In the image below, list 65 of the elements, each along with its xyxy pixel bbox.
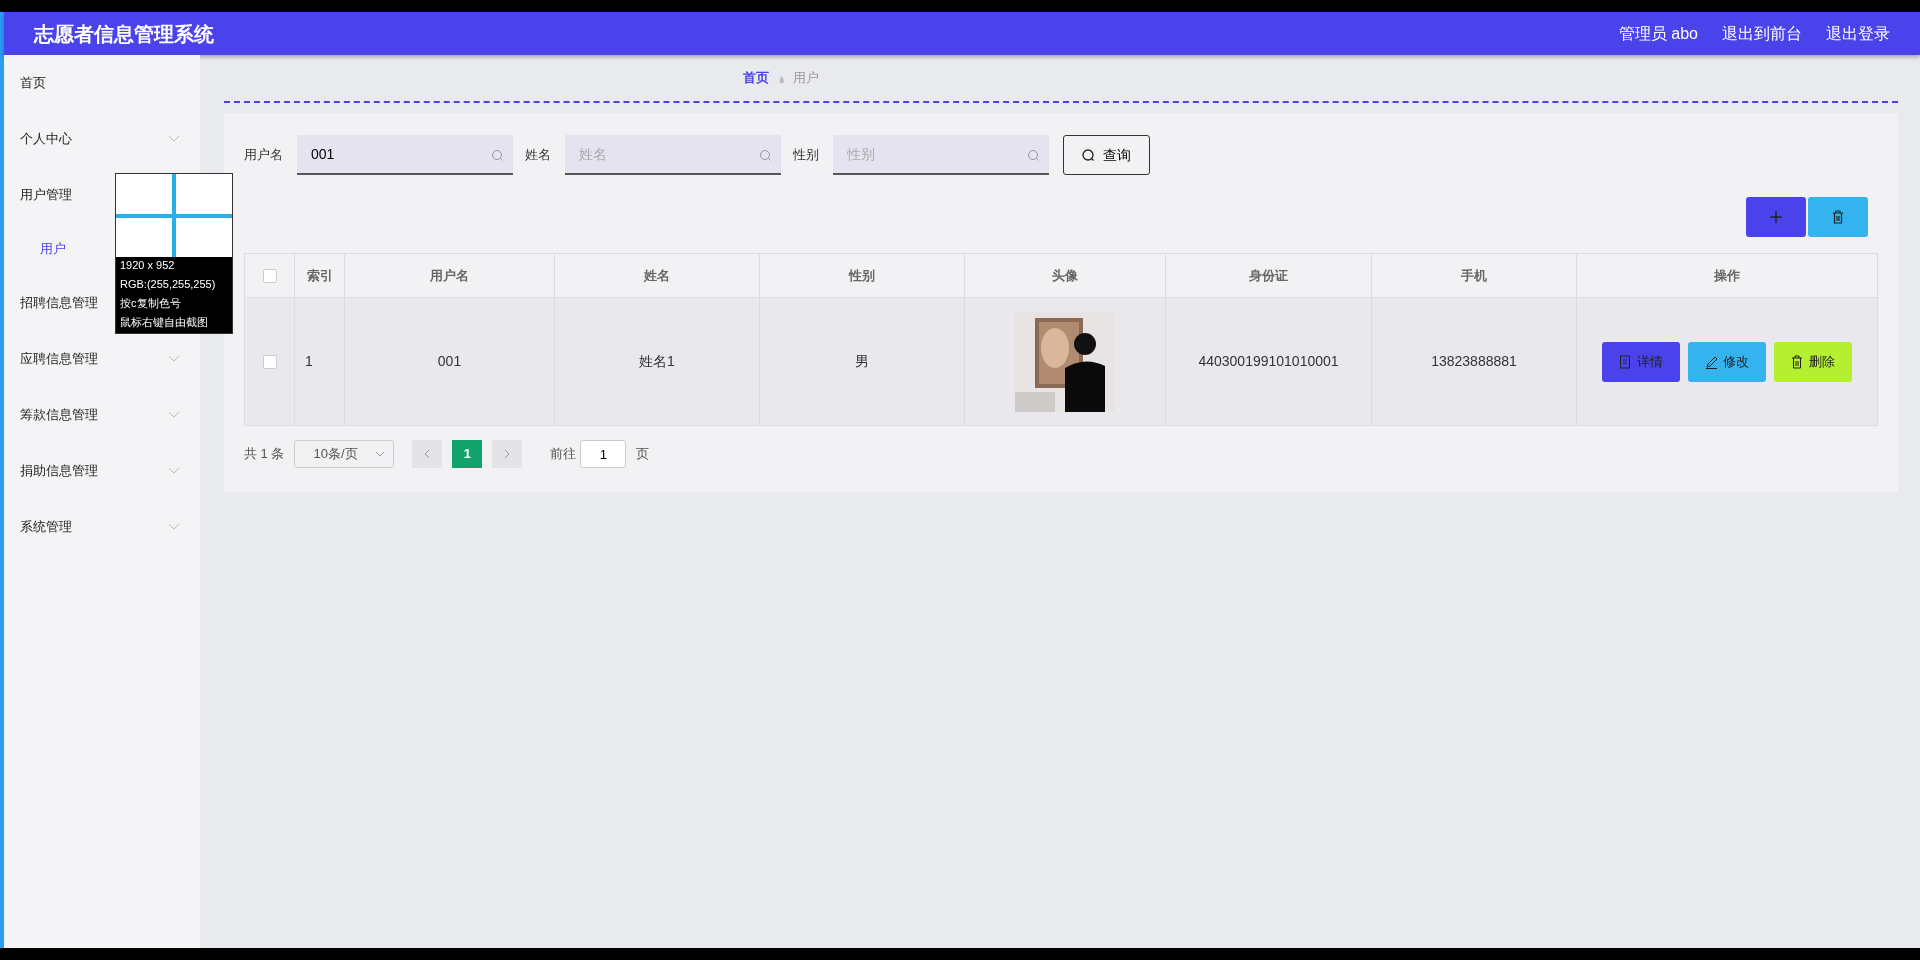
search-icon [759,149,771,161]
header-link[interactable]: 管理员 abo [1618,21,1698,46]
pencil-icon [1705,354,1717,369]
delete-button[interactable]: 删除 [1774,341,1852,382]
overlay-text: 鼠标右键自由截图 [119,315,209,330]
page-input[interactable]: 1 [580,440,627,468]
sidebar-item[interactable]: 捐助信息管理 [4,443,200,499]
plus-icon [1769,210,1783,224]
trash-icon [1791,354,1803,369]
header-link[interactable]: 退出到前台 [1722,21,1802,46]
checkbox[interactable] [262,269,277,284]
search-field[interactable]: 性别 [833,135,1049,175]
search-field[interactable]: 姓名 [565,135,781,175]
sidebar-item[interactable]: 个人中心 [4,111,200,167]
sidebar-item[interactable]: 系统管理 [4,499,200,555]
column-header: 手机 [1371,253,1577,298]
column-header: 索引 [294,253,345,298]
sidebar-item[interactable]: 筹款信息管理 [4,387,200,443]
field-label: 性别 [793,146,819,165]
delete-button[interactable] [1808,197,1868,237]
column-header: 姓名 [554,253,760,298]
table-cell: 姓名1 [554,297,760,426]
checkbox[interactable] [262,355,277,370]
sidebar-item[interactable]: 首页 [4,55,200,111]
chevron-icon [168,467,180,475]
field-label: 用户名 [244,146,283,165]
goto-label: 前往 [550,445,577,464]
column-header: 操作 [1576,253,1878,298]
table-cell: 001 [344,297,555,426]
chevron-left-icon [424,449,431,459]
breadcrumb-link[interactable]: 首页 [743,68,769,88]
next-page-button[interactable] [492,440,523,468]
page-size-select[interactable]: 10条/页 [294,440,395,468]
table-cell: 男 [759,297,965,426]
chevron-icon [168,135,180,143]
chevron-right-icon [504,449,511,459]
chevron-icon [168,411,180,419]
header-link[interactable]: 退出登录 [1826,21,1890,46]
column-header: 头像 [964,253,1166,298]
overlay-text: 按c复制色号 [119,296,182,311]
column-header: 性别 [759,253,965,298]
table-cell: 13823888881 [1371,297,1577,426]
chevron-icon [375,451,386,457]
search-icon [491,149,503,161]
app-title: 志愿者信息管理系统 [34,21,214,47]
trash-icon [1832,210,1844,224]
search-button[interactable]: 查询 [1063,135,1150,175]
edit-button[interactable]: 修改 [1688,341,1766,382]
page-suffix: 页 [636,445,650,464]
column-header: 用户名 [344,253,555,298]
overlay-text: 1920 x 952 [119,258,176,273]
column-header: 身份证 [1165,253,1372,298]
field-label: 姓名 [525,146,551,165]
document-icon [1619,354,1631,369]
table-cell: 440300199101010001 [1165,297,1372,426]
prev-page-button[interactable] [412,440,443,468]
table-cell: 1 [294,297,345,426]
chevron-icon [168,355,180,363]
total-count: 共 1 条 [244,445,285,464]
search-icon [1082,148,1095,162]
overlay-text: RGB:(255,255,255) [119,277,217,292]
search-field[interactable]: 001 [297,135,513,175]
sidebar-item[interactable]: 应聘信息管理 [4,331,200,387]
search-icon [1027,149,1039,161]
chevron-icon [168,523,180,531]
